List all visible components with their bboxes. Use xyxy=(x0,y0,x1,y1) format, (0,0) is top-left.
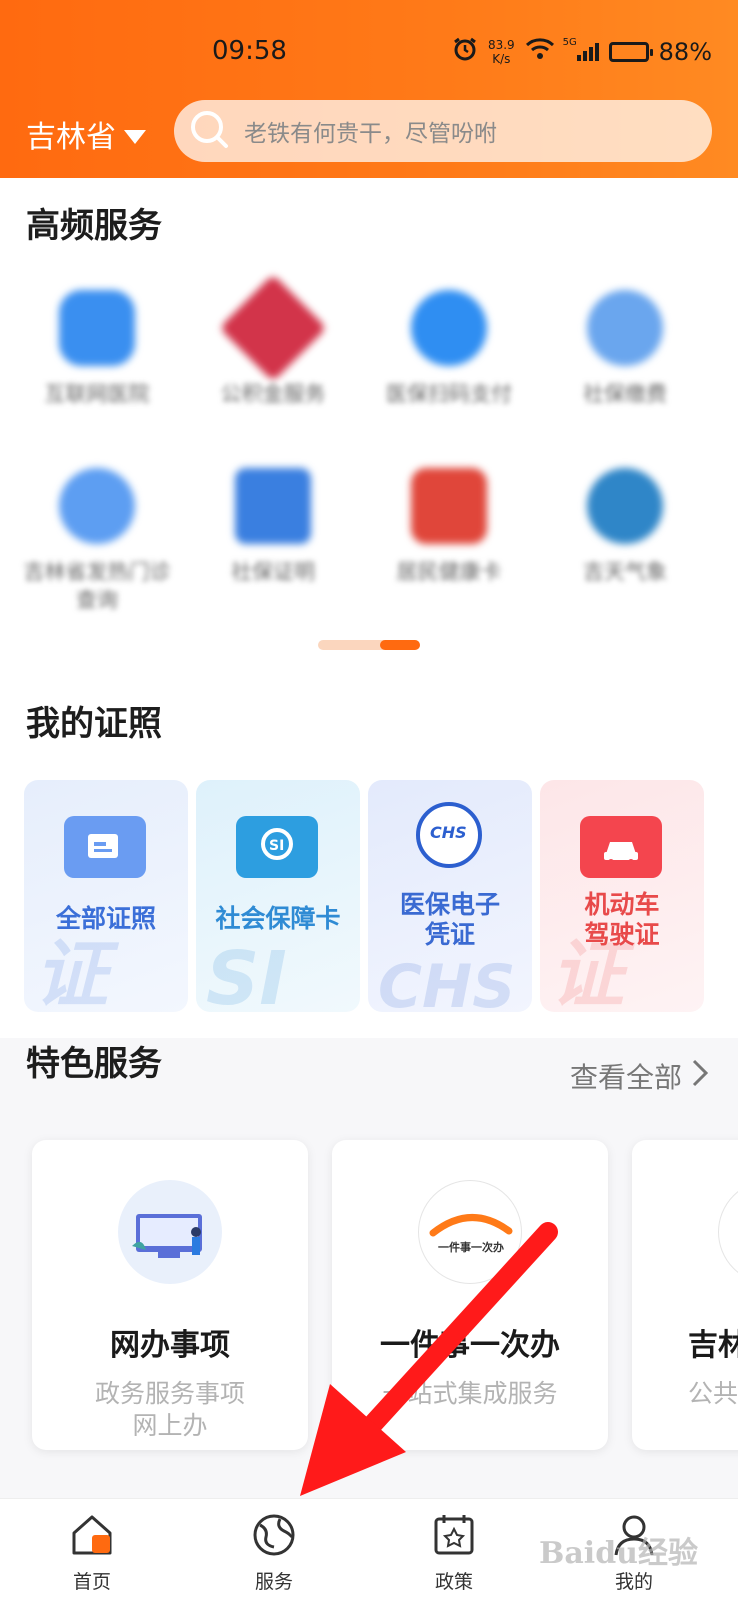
service-item[interactable]: 社保缴费 xyxy=(540,290,710,408)
section-title-featured: 特色服务 xyxy=(26,1044,162,1084)
tab-policy[interactable]: 政策 xyxy=(404,1513,504,1594)
featured-card-one-thing[interactable]: 一件事一次办 一件事一次办 一站式集成服务 xyxy=(332,1140,608,1450)
service-label: 社保证明 xyxy=(231,560,315,584)
net-speed-unit: K/s xyxy=(492,52,511,66)
license-label: 全部证照 xyxy=(55,904,156,933)
section-title-high-freq: 高频服务 xyxy=(26,206,162,246)
service-item[interactable]: 居民健康卡 xyxy=(364,468,534,586)
tab-home[interactable]: 首页 xyxy=(42,1513,142,1594)
license-card-medical[interactable]: CHS CHS 医保电子 凭证 xyxy=(368,780,532,1012)
page-indicator-active xyxy=(380,640,420,650)
service-item[interactable]: 吉林省发热门诊查询 xyxy=(12,468,182,614)
baidu-watermark: Baidu经验 xyxy=(539,1536,698,1571)
featured-title: 网办事项 xyxy=(110,1328,230,1363)
page-indicator xyxy=(318,640,420,650)
featured-sub-line1: 政务服务事项 xyxy=(94,1379,245,1408)
policy-calendar-icon xyxy=(430,1515,478,1561)
service-item[interactable]: 公积金服务 xyxy=(188,274,358,408)
cloud-hospital-icon xyxy=(59,290,135,366)
network-type: 5G xyxy=(562,37,577,48)
hotline-icon xyxy=(59,468,135,544)
globe-icon xyxy=(250,1514,298,1561)
battery-icon xyxy=(608,42,653,62)
chevron-right-icon xyxy=(692,1059,709,1094)
one-thing-icon: 一件事一次办 xyxy=(418,1180,522,1284)
one-thing-logo-text: 一件事一次办 xyxy=(438,1241,504,1254)
service-label: 公积金服务 xyxy=(220,382,326,406)
service-label: 医保扫码支付 xyxy=(386,382,512,406)
car-license-icon xyxy=(580,816,662,878)
tab-label: 首页 xyxy=(72,1571,111,1593)
app-header: 09:58 83.9 K/s 5G 88% 吉林省 老铁有何贵干，尽管吩咐 xyxy=(0,0,738,178)
license-label-line1: 医保电子 xyxy=(399,890,500,919)
card-watermark: SI xyxy=(206,936,287,1012)
service-label: 吉天气象 xyxy=(583,560,667,584)
service-item[interactable]: 吉天气象 xyxy=(540,468,710,586)
license-label: 社会保障卡 xyxy=(215,904,341,933)
social-certificate-icon xyxy=(235,468,311,544)
service-label: 居民健康卡 xyxy=(396,560,502,584)
alarm-icon xyxy=(452,36,478,68)
online-affairs-icon xyxy=(118,1180,222,1284)
status-icons: 83.9 K/s 5G 88% xyxy=(452,36,712,68)
license-card-driving[interactable]: 证 机动车 驾驶证 xyxy=(540,780,704,1012)
battery-percent: 88% xyxy=(658,38,712,66)
featured-sub-line2: 网上办 xyxy=(132,1411,208,1440)
card-watermark: CHS xyxy=(378,952,516,1012)
document-card-icon xyxy=(64,816,146,878)
region-label: 吉林省 xyxy=(26,120,116,155)
section-title-licenses: 我的证照 xyxy=(26,704,162,744)
view-all-label: 查看全部 xyxy=(569,1061,682,1094)
net-speed-value: 83.9 xyxy=(487,38,515,52)
tab-services[interactable]: 服务 xyxy=(224,1513,324,1594)
housing-fund-icon xyxy=(219,274,327,382)
service-label: 互联网医院 xyxy=(44,382,150,406)
social-payment-icon xyxy=(587,290,663,366)
tab-label: 政策 xyxy=(434,1571,473,1593)
tab-label: 服务 xyxy=(254,1571,293,1593)
service-label: 吉林省发热门诊查询 xyxy=(23,560,171,612)
service-item[interactable]: 社保证明 xyxy=(188,468,358,586)
social-security-card-icon: SI xyxy=(236,816,318,878)
status-time: 09:58 xyxy=(212,36,287,66)
featured-card-online-affairs[interactable]: 网办事项 政务服务事项 网上办 xyxy=(32,1140,308,1450)
license-label-line2: 凭证 xyxy=(424,920,475,949)
featured-card-jilin[interactable]: 吉林 公共 xyxy=(632,1140,738,1450)
wifi-icon xyxy=(525,37,555,67)
net-speed: 83.9 K/s xyxy=(488,38,515,66)
search-placeholder: 老铁有何贵干，尽管吩咐 xyxy=(244,121,497,147)
featured-sub-line1: 一站式集成服务 xyxy=(382,1379,558,1408)
region-selector[interactable]: 吉林省 xyxy=(26,112,146,156)
home-icon xyxy=(68,1515,116,1561)
search-bar[interactable]: 老铁有何贵干，尽管吩咐 xyxy=(174,100,712,162)
svg-text:CHS: CHS xyxy=(430,823,467,842)
license-label-line1: 机动车 xyxy=(584,890,660,919)
service-label: 社保缴费 xyxy=(583,382,667,406)
service-item[interactable]: 互联网医院 xyxy=(12,290,182,408)
search-icon xyxy=(188,108,230,154)
license-label-line2: 驾驶证 xyxy=(584,920,660,949)
signal-icon: 5G xyxy=(563,37,599,61)
featured-sub-line1: 公共 xyxy=(688,1379,738,1408)
service-item[interactable]: 医保扫码支付 xyxy=(364,290,534,408)
featured-title: 一件事一次办 xyxy=(380,1328,560,1363)
view-all-link[interactable]: 查看全部 xyxy=(569,1056,709,1096)
chs-medical-icon: CHS xyxy=(414,800,484,870)
weather-icon xyxy=(587,468,663,544)
license-card-all[interactable]: 证 全部证照 xyxy=(24,780,188,1012)
license-card-social-security[interactable]: SI SI 社会保障卡 xyxy=(196,780,360,1012)
medical-scan-pay-icon xyxy=(411,290,487,366)
health-card-icon xyxy=(411,468,487,544)
jilin-public-icon xyxy=(718,1180,738,1284)
featured-title: 吉林 xyxy=(688,1328,738,1363)
svg-text:SI: SI xyxy=(269,838,284,854)
caret-down-icon xyxy=(124,117,146,152)
